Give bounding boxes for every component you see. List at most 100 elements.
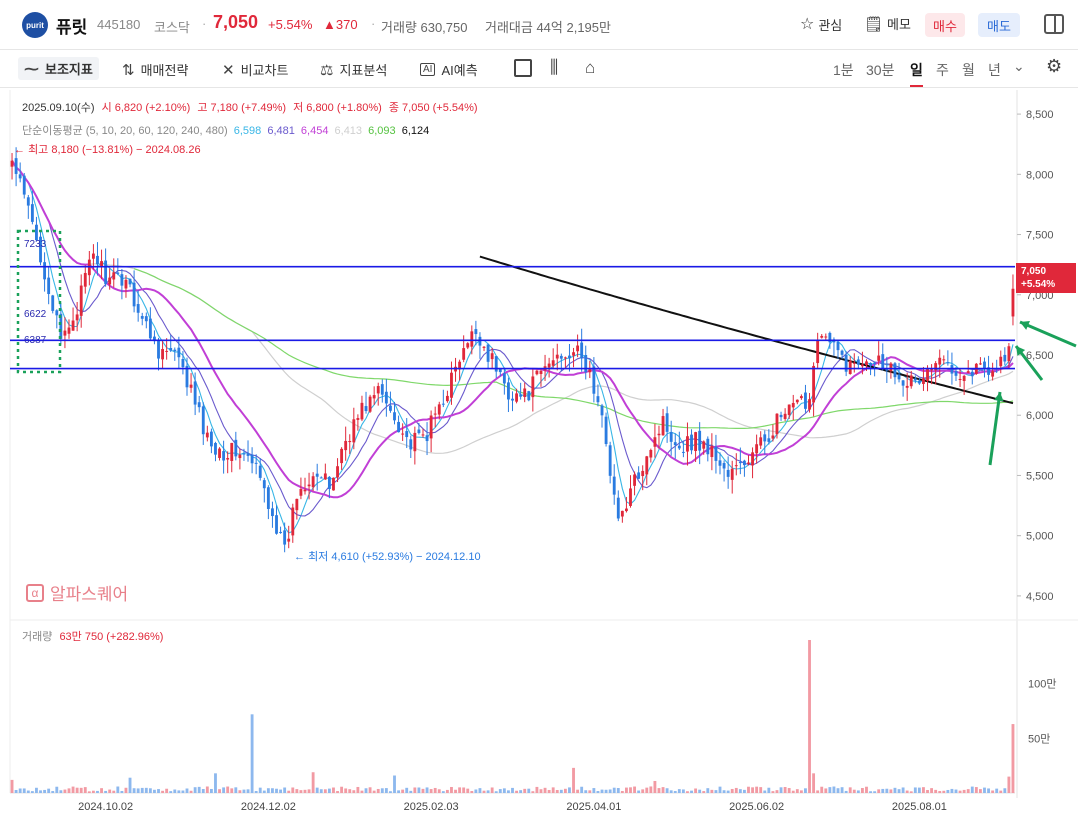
candle-body: [966, 371, 970, 373]
candle: [946, 350, 950, 366]
candle-body: [889, 363, 893, 372]
volume-bar: [389, 791, 392, 793]
candle-body: [413, 432, 417, 452]
volume-bar: [755, 786, 759, 793]
candle: [169, 335, 173, 353]
volume-bar: [311, 772, 315, 793]
candle: [474, 320, 478, 346]
volume-bar: [393, 775, 396, 793]
candle-body: [254, 462, 258, 464]
volume-bar: [751, 787, 754, 793]
volume-bar: [96, 790, 99, 793]
ma60-value: 6,413: [334, 125, 363, 137]
volume-bar: [417, 787, 421, 793]
candle-body: [978, 363, 982, 365]
candle-body: [681, 451, 685, 453]
arrow-left-icon: ←: [294, 551, 305, 563]
candle: [454, 357, 457, 382]
current-price-tag: 7,050 +5.54%: [1016, 263, 1076, 293]
candle: [425, 422, 429, 456]
volume-tick-label: 50만: [1028, 732, 1050, 745]
volume-bar: [401, 789, 405, 793]
candle-body: [405, 431, 409, 438]
candle-body: [592, 366, 596, 394]
volume-bar: [283, 787, 287, 793]
candle: [55, 309, 59, 329]
candle-body: [763, 434, 767, 442]
volume-bar: [1007, 776, 1011, 793]
candle: [295, 498, 299, 520]
candle-body: [128, 278, 132, 285]
candle-body: [633, 474, 636, 486]
volume-bar: [824, 788, 828, 793]
candle: [661, 408, 665, 436]
candle: [978, 357, 982, 365]
volume-bar: [572, 767, 575, 793]
candle: [319, 476, 323, 479]
candle: [657, 425, 661, 449]
candle-body: [771, 435, 775, 439]
candle-body: [421, 434, 425, 436]
candle-body: [340, 448, 344, 464]
candle: [816, 332, 820, 369]
candle-body: [690, 434, 693, 451]
candle-body: [572, 352, 575, 356]
volume-bar: [946, 789, 950, 793]
candle-body: [742, 460, 746, 466]
candle: [836, 340, 840, 359]
candle: [547, 357, 551, 378]
price-tick-label: 8,000: [1026, 169, 1054, 181]
volume-bar: [645, 787, 649, 793]
candle-body: [848, 360, 852, 375]
candle: [43, 252, 47, 292]
candle-body: [999, 356, 1003, 367]
candle-body: [132, 282, 136, 307]
candle: [604, 412, 608, 447]
volume-bar: [421, 788, 425, 793]
candle-body: [258, 465, 262, 478]
candle-body: [433, 413, 437, 415]
candle-body: [783, 413, 787, 419]
volume-bar: [694, 788, 698, 793]
candle: [26, 194, 30, 219]
candle-body: [417, 429, 421, 434]
volume-bar: [35, 787, 38, 793]
candle-body: [608, 445, 612, 476]
volume-bar: [787, 788, 791, 793]
candle: [100, 249, 103, 280]
candle: [271, 501, 274, 528]
candle-body: [913, 378, 917, 381]
candle-body: [222, 451, 226, 461]
candle-body: [486, 344, 490, 362]
volume-tick-label: 100만: [1028, 678, 1056, 691]
candle: [360, 395, 364, 422]
volume-bar: [327, 788, 331, 793]
price-tick-label: 8,500: [1026, 109, 1054, 121]
candle-body: [450, 372, 453, 398]
volume-bar: [397, 790, 400, 793]
candle: [165, 338, 169, 360]
candle-body: [539, 370, 543, 375]
volume-bar: [637, 790, 641, 793]
candle: [226, 451, 230, 474]
candle: [519, 382, 523, 400]
candle-body: [669, 432, 673, 442]
volume-bar: [490, 787, 494, 793]
candle-body: [35, 224, 38, 241]
volume-bar: [938, 791, 942, 793]
candle-body: [315, 473, 319, 477]
candle: [726, 456, 730, 489]
volume-bar: [791, 790, 795, 793]
candle-body: [775, 413, 779, 435]
candle-body: [637, 472, 641, 479]
candle: [653, 423, 657, 458]
volume-bar: [136, 788, 140, 793]
candle: [445, 390, 449, 403]
candle: [856, 356, 860, 370]
candle-body: [970, 371, 974, 377]
volume-bar: [474, 789, 478, 793]
candle-body: [620, 510, 624, 517]
volume-bar: [547, 789, 551, 793]
volume-bar: [804, 788, 807, 793]
volume-bar: [747, 786, 750, 793]
